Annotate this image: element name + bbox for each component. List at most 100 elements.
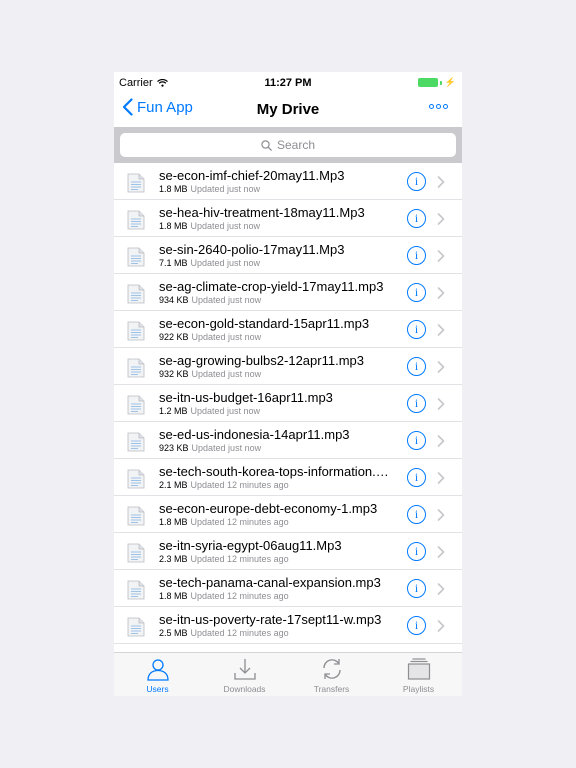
more-dot-icon (436, 104, 441, 109)
chevron-right-icon (437, 249, 445, 262)
file-size: 2.1 MB (159, 480, 188, 490)
file-row[interactable]: se-itn-syria-egypt-06aug11.Mp3 2.3 MB Upda… (114, 533, 462, 570)
document-icon (127, 395, 145, 415)
chevron-right-icon (437, 360, 445, 373)
file-meta: 1.8 MB Updated just now (159, 184, 260, 194)
chevron-right-icon (437, 471, 445, 484)
transfer-icon (322, 659, 341, 679)
file-name: se-econ-imf-chief-20may11.Mp3 (159, 168, 345, 183)
file-updated: Updated 12 minutes ago (190, 480, 289, 490)
file-name: se-econ-gold-standard-15apr11.mp3 (159, 316, 370, 331)
user-icon (146, 659, 169, 681)
file-size: 1.2 MB (159, 406, 188, 416)
info-button[interactable]: i (407, 579, 426, 598)
info-button[interactable]: i (407, 394, 426, 413)
file-row[interactable]: se-ag-growing-bulbs2-12apr11.mp3 932 KB Up… (114, 348, 462, 385)
file-size: 2.5 MB (159, 628, 188, 638)
file-size: 932 KB (159, 369, 189, 379)
file-size: 922 KB (159, 332, 189, 342)
search-bar: Search (114, 127, 462, 163)
file-updated: Updated just now (190, 258, 261, 268)
file-updated: Updated just now (190, 221, 261, 231)
info-button[interactable]: i (407, 246, 426, 265)
battery-tip (439, 80, 442, 85)
file-size: 1.8 MB (159, 591, 188, 601)
file-meta: 1.8 MB Updated 12 minutes ago (159, 591, 289, 601)
chevron-right-icon (437, 545, 445, 558)
file-updated: Updated just now (191, 443, 262, 453)
info-button[interactable]: i (407, 542, 426, 561)
info-button[interactable]: i (407, 468, 426, 487)
playlist-icon (407, 658, 430, 680)
chevron-right-icon (437, 434, 445, 447)
file-name: se-tech-panama-canal-expansion.mp3 (159, 575, 381, 590)
search-input[interactable]: Search (120, 133, 456, 157)
chevron-right-icon (437, 212, 445, 225)
document-icon (127, 321, 145, 341)
file-updated: Updated just now (191, 295, 262, 305)
chevron-right-icon (437, 175, 445, 188)
tab-label: Downloads (223, 684, 266, 694)
document-icon (127, 506, 145, 526)
tab-bar: Users Downloads Transfers Playlists (114, 652, 462, 696)
chevron-right-icon (437, 619, 445, 632)
file-size: 1.8 MB (159, 517, 188, 527)
file-row[interactable]: se-tech-panama-canal-expansion.mp3 1.8 MB… (114, 570, 462, 607)
status-time: 11:27 PM (264, 77, 312, 89)
file-updated: Updated 12 minutes ago (190, 554, 289, 564)
file-row[interactable]: se-sin-2640-polio-17may11.Mp3 7.1 MB Updat… (114, 237, 462, 274)
file-meta: 922 KB Updated just now (159, 332, 261, 342)
file-meta: 2.3 MB Updated 12 minutes ago (159, 554, 289, 564)
file-meta: 932 KB Updated just now (159, 369, 261, 379)
more-options-button[interactable] (429, 104, 448, 109)
file-name: se-itn-syria-egypt-06aug11.Mp3 (159, 538, 342, 553)
document-icon (127, 580, 145, 600)
file-name: se-sin-2640-polio-17may11.Mp3 (159, 242, 345, 257)
document-icon (127, 247, 145, 267)
file-name: se-ed-us-indonesia-14apr11.mp3 (159, 427, 350, 442)
file-row[interactable]: se-hea-hiv-treatment-18may11.Mp3 1.8 MB Up… (114, 200, 462, 237)
file-updated: Updated 12 minutes ago (190, 591, 289, 601)
file-row[interactable]: se-itn-us-poverty-rate-17sept11-w.mp3 2.5… (114, 607, 462, 644)
document-icon (127, 358, 145, 378)
tab-playlists[interactable]: Playlists (375, 653, 462, 696)
document-icon (127, 617, 145, 637)
info-button[interactable]: i (407, 320, 426, 339)
file-updated: Updated 12 minutes ago (190, 517, 289, 527)
document-icon (127, 284, 145, 304)
battery-icon: ⚡ (417, 77, 456, 88)
info-button[interactable]: i (407, 616, 426, 635)
file-updated: Updated just now (191, 332, 262, 342)
file-row[interactable]: se-itn-us-budget-16apr11.mp3 1.2 MB Update… (114, 385, 462, 422)
tab-transfers[interactable]: Transfers (288, 653, 375, 696)
file-name: se-itn-us-poverty-rate-17sept11-w.mp3 (159, 612, 382, 627)
info-button[interactable]: i (407, 172, 426, 191)
file-size: 923 KB (159, 443, 189, 453)
file-updated: Updated just now (190, 184, 261, 194)
file-row[interactable]: se-tech-south-korea-tops-information.mp3… (114, 459, 462, 496)
file-meta: 7.1 MB Updated just now (159, 258, 260, 268)
file-meta: 1.2 MB Updated just now (159, 406, 260, 416)
file-meta: 934 KB Updated just now (159, 295, 261, 305)
info-button[interactable]: i (407, 431, 426, 450)
document-icon (127, 173, 145, 193)
file-row[interactable]: se-econ-gold-standard-15apr11.mp3 922 KB U… (114, 311, 462, 348)
file-meta: 923 KB Updated just now (159, 443, 261, 453)
info-button[interactable]: i (407, 283, 426, 302)
file-updated: Updated just now (191, 369, 262, 379)
file-row[interactable]: se-econ-imf-chief-20may11.Mp3 1.8 MB Updat… (114, 163, 462, 200)
file-updated: Updated 12 minutes ago (190, 628, 289, 638)
chevron-right-icon (437, 508, 445, 521)
file-meta: 1.8 MB Updated 12 minutes ago (159, 517, 289, 527)
file-row[interactable]: se-econ-europe-debt-economy-1.mp3 1.8 MB U… (114, 496, 462, 533)
document-icon (127, 469, 145, 489)
info-button[interactable]: i (407, 505, 426, 524)
file-list: se-econ-imf-chief-20may11.Mp3 1.8 MB Updat… (114, 163, 462, 654)
tab-users[interactable]: Users (114, 653, 201, 696)
info-button[interactable]: i (407, 357, 426, 376)
file-name: se-itn-us-budget-16apr11.mp3 (159, 390, 333, 405)
file-row[interactable]: se-ag-climate-crop-yield-17may11.mp3 934 … (114, 274, 462, 311)
tab-downloads[interactable]: Downloads (201, 653, 288, 696)
file-row[interactable]: se-ed-us-indonesia-14apr11.mp3 923 KB Upda… (114, 422, 462, 459)
info-button[interactable]: i (407, 209, 426, 228)
